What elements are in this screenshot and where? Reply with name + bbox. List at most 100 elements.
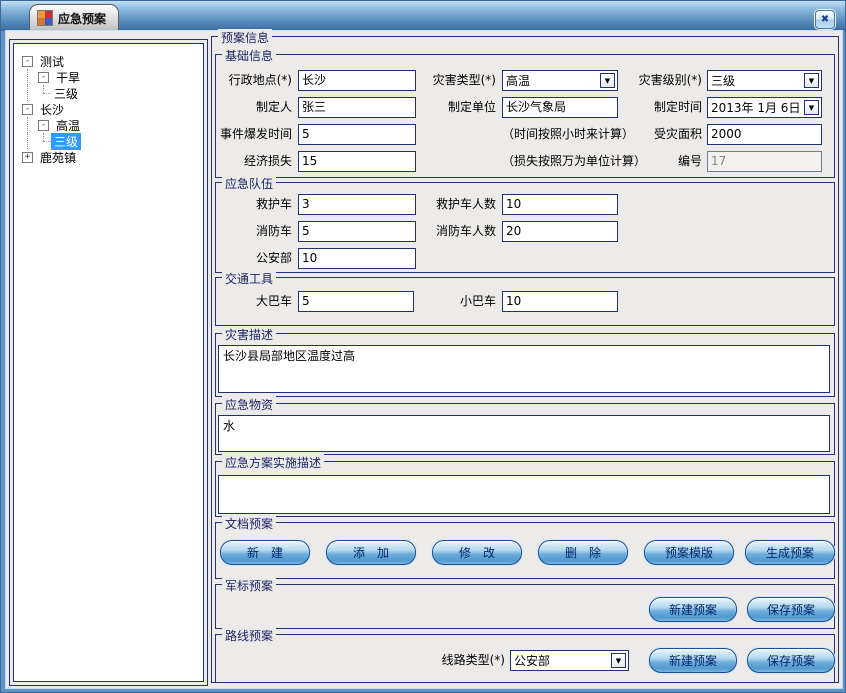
app-window: 应急预案 ✖ - 测试 - 干旱 三级 - 长沙 — [0, 0, 846, 693]
tree-item-level3-selected[interactable]: 三级 — [19, 133, 201, 149]
supplies-group: 应急物资 水 — [215, 403, 835, 455]
doc-plan-group: 文档预案 新 建 添 加 修 改 删 除 预案模版 生成预案 — [215, 522, 835, 579]
disaster-level-label: 灾害级别(*) — [626, 70, 702, 91]
delete-button[interactable]: 删 除 — [538, 540, 628, 565]
close-icon: ✖ — [821, 14, 829, 25]
plan-id-label: 编号 — [626, 151, 702, 172]
route-type-select[interactable]: 公安部 ▼ — [510, 650, 629, 671]
chevron-down-icon[interactable]: ▼ — [804, 100, 819, 115]
collapse-icon[interactable]: - — [22, 104, 33, 115]
affected-area-input[interactable]: 2000 — [707, 124, 822, 145]
ambulance-label: 救护车 — [216, 194, 292, 215]
transport-group: 交通工具 大巴车 5 小巴车 10 — [215, 277, 835, 326]
tree-item-hightemp[interactable]: - 高温 — [19, 117, 201, 133]
ambulance-people-input[interactable]: 10 — [502, 194, 618, 215]
big-bus-label: 大巴车 — [216, 291, 292, 312]
expand-icon[interactable]: + — [22, 152, 33, 163]
tree-item-label-selected[interactable]: 三级 — [51, 133, 81, 150]
group-title: 应急物资 — [222, 396, 276, 413]
maker-unit-input[interactable]: 长沙气象局 — [502, 97, 618, 118]
small-bus-label: 小巴车 — [426, 291, 496, 312]
maker-label: 制定人 — [216, 97, 292, 118]
disaster-desc-textarea[interactable]: 长沙县局部地区温度过高 — [218, 345, 830, 393]
plan-template-button[interactable]: 预案模版 — [644, 540, 734, 565]
tree-item-label[interactable]: 鹿苑镇 — [37, 149, 79, 166]
small-bus-input[interactable]: 10 — [502, 291, 618, 312]
group-title: 灾害描述 — [222, 326, 276, 343]
group-title: 预案信息 — [218, 29, 272, 46]
ambulance-people-label: 救护车人数 — [411, 194, 496, 215]
app-icon — [38, 11, 52, 25]
police-input[interactable]: 10 — [298, 248, 416, 269]
military-new-plan-button[interactable]: 新建预案 — [649, 597, 737, 622]
group-title: 路线预案 — [222, 627, 276, 644]
tree-item-label[interactable]: 三级 — [51, 85, 81, 102]
big-bus-input[interactable]: 5 — [298, 291, 414, 312]
firetruck-label: 消防车 — [216, 221, 292, 242]
tree-item-luyuanzhen[interactable]: + 鹿苑镇 — [19, 149, 201, 165]
tree-item-label[interactable]: 高温 — [53, 117, 83, 134]
collapse-icon[interactable]: - — [38, 72, 49, 83]
plan-tree[interactable]: - 测试 - 干旱 三级 - 长沙 - 高温 — [13, 43, 204, 682]
tree-panel: - 测试 - 干旱 三级 - 长沙 - 高温 — [9, 39, 208, 686]
tree-item-level3[interactable]: 三级 — [19, 85, 201, 101]
chevron-down-icon[interactable]: ▼ — [804, 73, 819, 88]
outbreak-time-note: （时间按照小时来计算） — [502, 124, 634, 145]
route-plan-group: 路线预案 线路类型(*) 公安部 ▼ 新建预案 保存预案 — [215, 634, 835, 683]
route-type-label: 线路类型(*) — [429, 650, 505, 671]
plan-id-input: 17 — [707, 151, 822, 172]
group-title: 基础信息 — [222, 47, 276, 64]
make-time-datepicker[interactable]: 2013年 1月 6日 ▼ — [707, 97, 822, 118]
economic-loss-input[interactable]: 15 — [298, 151, 416, 172]
military-plan-group: 军标预案 新建预案 保存预案 — [215, 584, 835, 629]
tree-item-test[interactable]: - 测试 — [19, 53, 201, 69]
close-button[interactable]: ✖ — [815, 10, 835, 29]
economic-loss-note: （损失按照万为单位计算） — [502, 151, 646, 172]
group-title: 应急队伍 — [222, 175, 276, 192]
new-button[interactable]: 新 建 — [220, 540, 310, 565]
route-new-plan-button[interactable]: 新建预案 — [649, 648, 737, 673]
disaster-type-select[interactable]: 高温 ▼ — [502, 70, 618, 91]
add-button[interactable]: 添 加 — [326, 540, 416, 565]
tree-item-label[interactable]: 测试 — [37, 53, 67, 70]
collapse-icon[interactable]: - — [22, 56, 33, 67]
admin-location-label: 行政地点(*) — [216, 70, 292, 91]
route-save-plan-button[interactable]: 保存预案 — [747, 648, 835, 673]
emergency-teams-group: 应急队伍 救护车 3 救护车人数 10 消防车 5 消防车人数 20 公安部 1… — [215, 182, 835, 273]
disaster-type-label: 灾害类型(*) — [411, 70, 496, 91]
chevron-down-icon[interactable]: ▼ — [600, 73, 615, 88]
tree-item-drought[interactable]: - 干旱 — [19, 69, 201, 85]
admin-location-input[interactable]: 长沙 — [298, 70, 416, 91]
collapse-icon[interactable]: - — [38, 120, 49, 131]
supplies-textarea[interactable]: 水 — [218, 415, 830, 452]
military-save-plan-button[interactable]: 保存预案 — [747, 597, 835, 622]
group-title: 文档预案 — [222, 515, 276, 532]
outbreak-time-label: 事件爆发时间 — [216, 124, 292, 145]
generate-plan-button[interactable]: 生成预案 — [745, 540, 835, 565]
ambulance-input[interactable]: 3 — [298, 194, 416, 215]
group-title: 交通工具 — [222, 270, 276, 287]
firetruck-people-label: 消防车人数 — [411, 221, 496, 242]
firetruck-input[interactable]: 5 — [298, 221, 416, 242]
disaster-desc-group: 灾害描述 长沙县局部地区温度过高 — [215, 333, 835, 397]
tree-item-label[interactable]: 长沙 — [37, 101, 67, 118]
maker-input[interactable]: 张三 — [298, 97, 416, 118]
affected-area-label: 受灾面积 — [626, 124, 702, 145]
chevron-down-icon[interactable]: ▼ — [611, 653, 626, 668]
title-tab: 应急预案 — [29, 4, 119, 31]
tree-item-changsha[interactable]: - 长沙 — [19, 101, 201, 117]
titlebar: 应急预案 ✖ — [1, 1, 845, 31]
group-title: 应急方案实施描述 — [222, 454, 324, 471]
modify-button[interactable]: 修 改 — [432, 540, 522, 565]
outbreak-time-input[interactable]: 5 — [298, 124, 416, 145]
economic-loss-label: 经济损失 — [216, 151, 292, 172]
tree-item-label[interactable]: 干旱 — [53, 69, 83, 86]
firetruck-people-input[interactable]: 20 — [502, 221, 618, 242]
police-label: 公安部 — [216, 248, 292, 269]
maker-unit-label: 制定单位 — [411, 97, 496, 118]
disaster-level-select[interactable]: 三级 ▼ — [707, 70, 822, 91]
impl-desc-textarea[interactable] — [218, 475, 830, 514]
impl-desc-group: 应急方案实施描述 — [215, 461, 835, 517]
basic-info-group: 基础信息 行政地点(*) 长沙 灾害类型(*) 高温 ▼ 灾害级别(*) 三级 … — [215, 54, 835, 178]
group-title: 军标预案 — [222, 577, 276, 594]
